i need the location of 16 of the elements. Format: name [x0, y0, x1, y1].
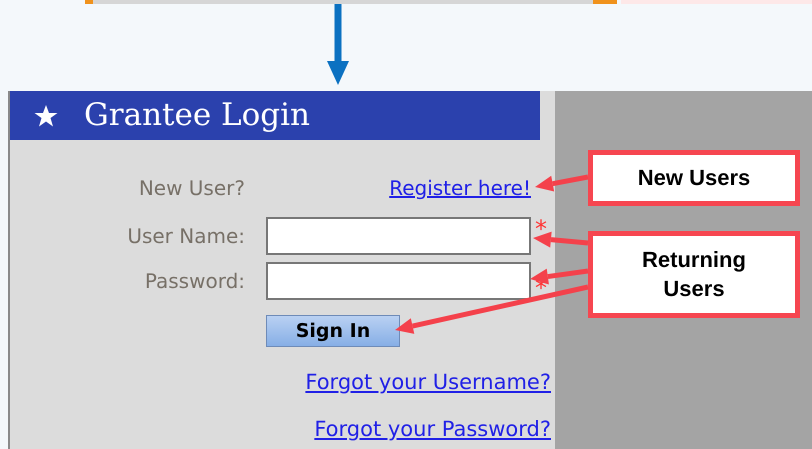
star-icon [34, 104, 58, 128]
field-label: User Name: [126, 223, 245, 250]
password-field[interactable] [266, 262, 531, 300]
forgot-link[interactable]: Forgot your Username? [305, 367, 551, 398]
forgot-link[interactable]: Forgot your Password? [314, 414, 551, 445]
username-field[interactable] [266, 217, 531, 255]
required-mark: * [535, 217, 548, 241]
callout-label: New Users [588, 150, 800, 206]
field-label: Password: [144, 268, 245, 295]
pointer-arrow [535, 174, 588, 192]
field-label: New User? [138, 175, 245, 202]
register-link[interactable]: Register here! [389, 176, 531, 200]
callout-label: Returning Users [588, 230, 800, 318]
sign-in-button[interactable]: Sign In [266, 315, 400, 347]
pointer-arrow [533, 232, 588, 248]
panel-title: Grantee Login [84, 100, 310, 131]
